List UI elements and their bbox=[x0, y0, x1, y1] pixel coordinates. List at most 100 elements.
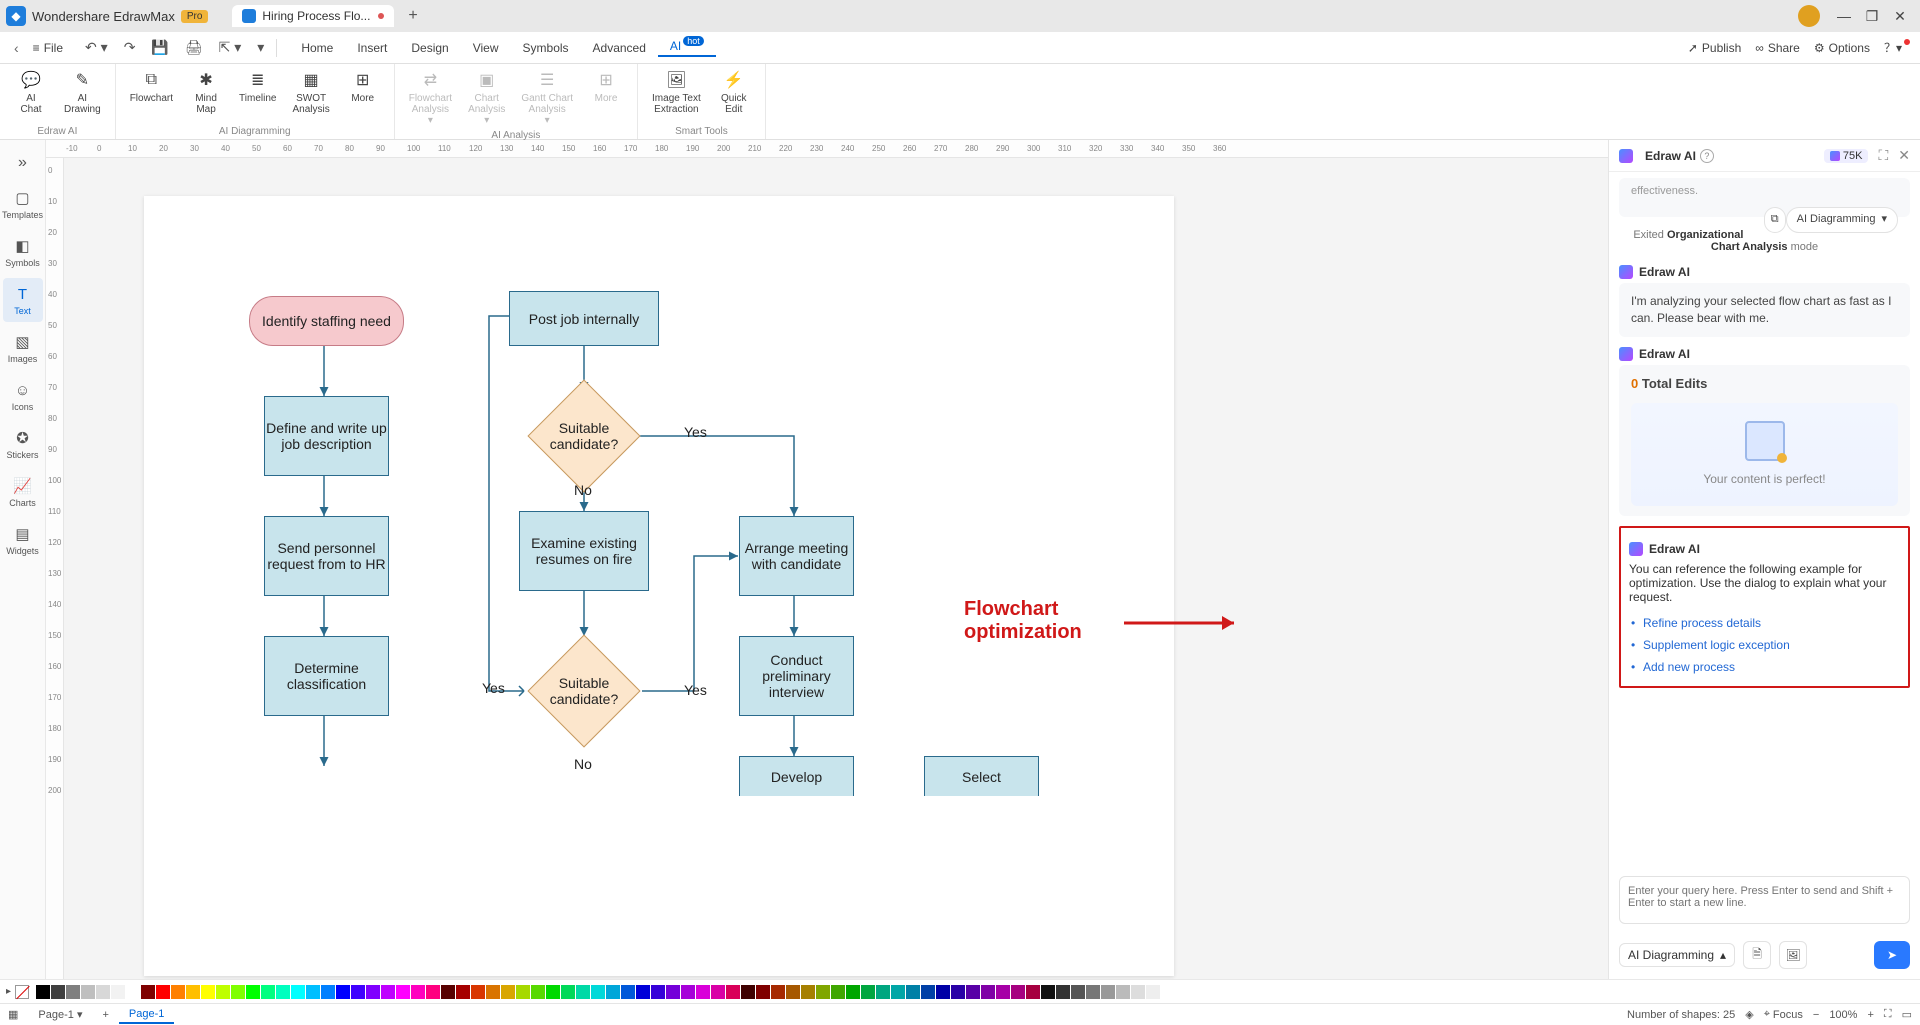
color-swatch[interactable] bbox=[66, 985, 80, 999]
color-swatch[interactable] bbox=[126, 985, 140, 999]
templates-tool[interactable]: ▢Templates bbox=[3, 182, 43, 226]
menu-design[interactable]: Design bbox=[399, 41, 460, 55]
color-swatch[interactable] bbox=[891, 985, 905, 999]
info-icon[interactable]: ? bbox=[1700, 149, 1714, 163]
minimize-button[interactable]: — bbox=[1830, 2, 1858, 30]
color-swatch[interactable] bbox=[336, 985, 350, 999]
help-button[interactable]: ？▾ bbox=[1884, 39, 1912, 56]
color-swatch[interactable] bbox=[1146, 985, 1160, 999]
document-tab[interactable]: Hiring Process Flo... bbox=[232, 5, 394, 27]
color-swatch[interactable] bbox=[36, 985, 50, 999]
redo-button[interactable]: ↷ bbox=[124, 39, 136, 56]
color-swatch[interactable] bbox=[876, 985, 890, 999]
color-swatch[interactable] bbox=[201, 985, 215, 999]
color-swatch[interactable] bbox=[1056, 985, 1070, 999]
color-swatch[interactable] bbox=[531, 985, 545, 999]
color-swatch[interactable] bbox=[546, 985, 560, 999]
menu-advanced[interactable]: Advanced bbox=[581, 41, 658, 55]
shape-process[interactable]: Examine existing resumes on fire bbox=[519, 511, 649, 591]
more-qa-button[interactable]: ▾ bbox=[257, 39, 264, 56]
color-swatch[interactable] bbox=[501, 985, 515, 999]
options-button[interactable]: ⚙Options bbox=[1814, 41, 1870, 55]
color-swatch[interactable] bbox=[261, 985, 275, 999]
color-swatch[interactable] bbox=[1131, 985, 1145, 999]
shape-process[interactable]: Send personnel request from to HR bbox=[264, 516, 389, 596]
flowchart-analysis-button[interactable]: ⇄FlowchartAnalysis ▾ bbox=[405, 68, 456, 128]
close-panel-icon[interactable]: ✕ bbox=[1898, 147, 1910, 164]
mode-badge[interactable]: AI Diagramming ▾ bbox=[1786, 207, 1898, 232]
more-analysis-button[interactable]: ⊞More bbox=[585, 68, 627, 106]
timeline-button[interactable]: ≣Timeline bbox=[235, 68, 280, 106]
save-button[interactable]: 💾 bbox=[151, 39, 168, 56]
menu-view[interactable]: View bbox=[461, 41, 511, 55]
charts-tool[interactable]: 📈Charts bbox=[3, 470, 43, 514]
color-swatch[interactable] bbox=[951, 985, 965, 999]
color-swatch[interactable] bbox=[51, 985, 65, 999]
shape-decision[interactable]: Suitable candidate? bbox=[527, 379, 640, 492]
suggestion-link[interactable]: Add new process bbox=[1629, 656, 1900, 678]
shape-terminator[interactable]: Identify staffing need bbox=[249, 296, 404, 346]
shape-process[interactable]: Post job internally bbox=[509, 291, 659, 346]
color-swatch[interactable] bbox=[981, 985, 995, 999]
color-swatch[interactable] bbox=[636, 985, 650, 999]
expand-panel-button[interactable]: » bbox=[3, 148, 43, 178]
color-swatch[interactable] bbox=[906, 985, 920, 999]
color-swatch[interactable] bbox=[786, 985, 800, 999]
color-swatch[interactable] bbox=[1026, 985, 1040, 999]
publish-button[interactable]: ➚Publish bbox=[1688, 41, 1741, 55]
color-swatch[interactable] bbox=[591, 985, 605, 999]
color-swatch[interactable] bbox=[291, 985, 305, 999]
send-button[interactable]: ➤ bbox=[1874, 941, 1910, 969]
fullscreen-icon[interactable]: ▭ bbox=[1902, 1008, 1912, 1021]
file-menu[interactable]: ≡ File bbox=[29, 41, 63, 55]
focus-toggle[interactable]: ⌖ Focus bbox=[1764, 1008, 1803, 1021]
color-swatch[interactable] bbox=[1041, 985, 1055, 999]
shape-process[interactable]: Develop bbox=[739, 756, 854, 796]
shape-decision[interactable]: Suitable candidate? bbox=[527, 634, 640, 747]
symbols-tool[interactable]: ◧Symbols bbox=[3, 230, 43, 274]
color-swatch[interactable] bbox=[861, 985, 875, 999]
color-swatch[interactable] bbox=[111, 985, 125, 999]
mindmap-button[interactable]: ✱MindMap bbox=[185, 68, 227, 117]
color-swatch[interactable] bbox=[1071, 985, 1085, 999]
color-swatch[interactable] bbox=[771, 985, 785, 999]
more-diagram-button[interactable]: ⊞More bbox=[342, 68, 384, 106]
color-swatch[interactable] bbox=[1101, 985, 1115, 999]
flowchart-button[interactable]: ⧉Flowchart bbox=[126, 68, 177, 106]
color-swatch[interactable] bbox=[306, 985, 320, 999]
color-swatch[interactable] bbox=[621, 985, 635, 999]
color-swatch[interactable] bbox=[936, 985, 950, 999]
icons-tool[interactable]: ☺Icons bbox=[3, 374, 43, 418]
shape-process[interactable]: Select bbox=[924, 756, 1039, 796]
shape-process[interactable]: Conduct preliminary interview bbox=[739, 636, 854, 716]
color-swatch[interactable] bbox=[81, 985, 95, 999]
ai-mode-select[interactable]: AI Diagramming ▴ bbox=[1619, 943, 1735, 967]
layers-icon[interactable]: ◈ bbox=[1745, 1008, 1753, 1021]
color-swatch[interactable] bbox=[816, 985, 830, 999]
tokens-badge[interactable]: 75K bbox=[1824, 149, 1869, 163]
color-swatch[interactable] bbox=[516, 985, 530, 999]
color-swatch[interactable] bbox=[321, 985, 335, 999]
suggestion-link[interactable]: Supplement logic exception bbox=[1629, 634, 1900, 656]
menu-symbols[interactable]: Symbols bbox=[511, 41, 581, 55]
no-fill-swatch[interactable] bbox=[15, 985, 29, 999]
shape-process[interactable]: Determine classification bbox=[264, 636, 389, 716]
color-swatch[interactable] bbox=[756, 985, 770, 999]
print-button[interactable]: 🖨 bbox=[185, 39, 203, 56]
color-swatch[interactable] bbox=[681, 985, 695, 999]
color-swatch[interactable] bbox=[801, 985, 815, 999]
share-button[interactable]: ∞Share bbox=[1755, 41, 1800, 55]
color-swatch[interactable] bbox=[921, 985, 935, 999]
color-swatch[interactable] bbox=[741, 985, 755, 999]
zoom-level[interactable]: 100% bbox=[1829, 1009, 1857, 1021]
color-swatch[interactable] bbox=[231, 985, 245, 999]
color-swatch[interactable] bbox=[351, 985, 365, 999]
zoom-out-button[interactable]: − bbox=[1813, 1009, 1819, 1021]
ai-chat-button[interactable]: 💬AIChat bbox=[10, 68, 52, 117]
suggestion-link[interactable]: Refine process details bbox=[1629, 612, 1900, 634]
menu-home[interactable]: Home bbox=[289, 41, 345, 55]
color-swatch[interactable] bbox=[186, 985, 200, 999]
fit-page-icon[interactable]: ⛶ bbox=[1884, 1008, 1892, 1021]
copy-icon[interactable]: ⧉ bbox=[1764, 207, 1786, 232]
color-swatch[interactable] bbox=[411, 985, 425, 999]
